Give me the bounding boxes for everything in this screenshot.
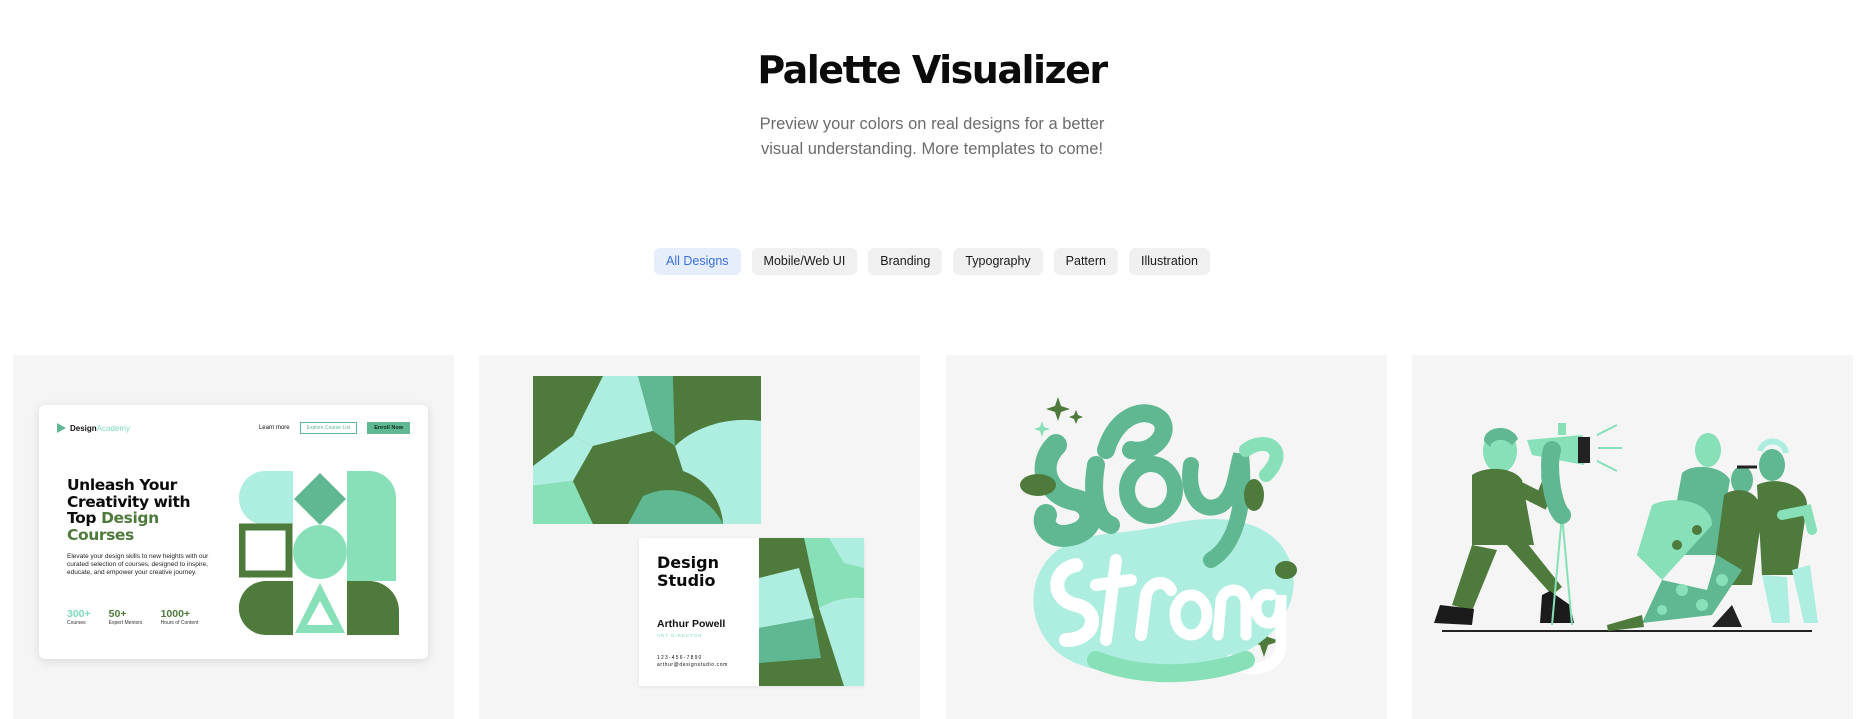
mockup-headline: Unleash Your Creativity with Top Design … [67,477,227,543]
design-card-typography[interactable] [946,355,1387,719]
mockup-logo: DesignAcademy [57,423,130,433]
design-card-illustration[interactable] [1412,355,1853,719]
card-person-name: Arthur Powell [657,618,726,630]
page-subtitle: Preview your colors on real designs for … [759,115,1105,158]
stat-hours: 1000+ Hours of Content [160,608,199,626]
filter-illustration[interactable]: Illustration [1128,248,1210,275]
business-card-front-pattern [759,538,864,686]
mockup-stats: 300+ Courses 50+ Expert Mentors 1000+ Hours… [67,608,198,626]
card-phone: 123-456-7890 [657,655,703,661]
design-card-branding[interactable]: Design Studio Arthur Powell ART DIRECTOR… [479,355,920,719]
stat-mentors: 50+ Expert Mentors [108,608,143,626]
headline-highlight: Courses [67,525,134,544]
mockup-nav: DesignAcademy Learn more Explore Course … [57,421,410,435]
filter-all-designs[interactable]: All Designs [654,248,741,275]
enroll-now-button: Enroll Now [367,422,410,434]
filter-pattern[interactable]: Pattern [1053,248,1118,275]
play-logo-icon [57,423,66,433]
stay-strong-lettering-icon [1020,397,1297,683]
filter-typography[interactable]: Typography [953,248,1043,275]
headline-highlight: Design [101,509,159,527]
hero: Palette Visualizer Preview your colors o… [0,48,1864,162]
business-card-back-pattern [533,376,761,524]
people-illustration-icon [1434,423,1818,632]
headline-line: Creativity with [67,492,191,511]
business-card-front: Design Studio Arthur Powell ART DIRECTOR… [639,538,864,686]
logo-accent: Academy [96,423,131,433]
filter-mobile-web-ui[interactable]: Mobile/Web UI [751,248,858,275]
stat-courses: 300+ Courses [67,608,91,626]
card-person-role: ART DIRECTOR [657,633,703,638]
design-card-web-ui[interactable]: DesignAcademy Learn more Explore Course … [13,355,454,719]
web-mockup: DesignAcademy Learn more Explore Course … [39,405,428,659]
explore-course-button: Explore Course List [299,422,358,434]
page-title: Palette Visualizer [757,48,1108,92]
headline-line: Top [67,509,102,527]
filter-tabs: All Designs Mobile/Web UI Branding Typog… [0,248,1864,275]
headline-line: Unleash Your [67,476,177,494]
studio-name: Design Studio [657,553,719,590]
learn-more-link: Learn more [258,425,290,431]
filter-branding[interactable]: Branding [868,248,943,275]
mockup-body-text: Elevate your design skills to new height… [67,553,209,576]
card-email: arthur@designstudio.com [657,662,728,668]
logo-word: Design [70,423,97,433]
geometric-shapes-icon [239,471,399,635]
